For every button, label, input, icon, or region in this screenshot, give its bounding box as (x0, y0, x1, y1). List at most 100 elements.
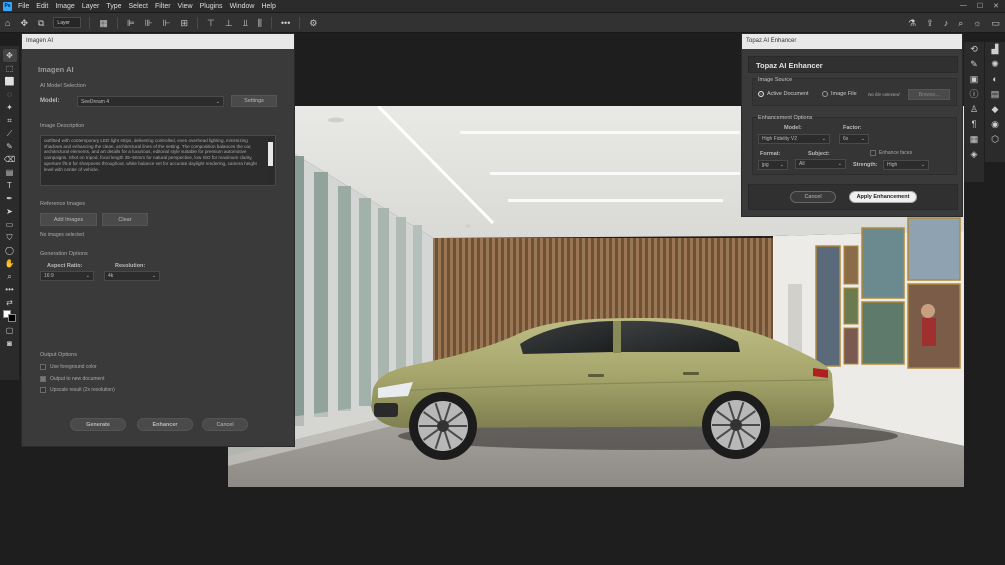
paragraph-icon[interactable]: ¶ (967, 117, 981, 132)
checkbox[interactable] (40, 364, 46, 370)
ellipse-tool-icon[interactable]: ◯ (3, 244, 17, 257)
image-icon[interactable]: ▣ (967, 72, 981, 87)
history-icon[interactable]: ⟲ (967, 42, 981, 57)
brush-tool-icon[interactable]: ✎ (3, 140, 17, 153)
browse-button[interactable]: Browse... (908, 89, 950, 100)
option-upscale[interactable]: Upscale result (2x resolution) (40, 387, 115, 393)
bell-icon[interactable]: ♪ (944, 13, 949, 33)
adjustments-icon[interactable]: ◐ (988, 72, 1002, 87)
option-foreground-color[interactable]: Use foreground color (40, 364, 97, 370)
description-textarea[interactable]: outfitted with contemporary LED light st… (40, 135, 276, 186)
align-bottom-icon[interactable]: ⫫ (243, 13, 248, 33)
model-select[interactable]: SeeDream 4 ⌄ (77, 96, 224, 107)
resolution-select[interactable]: 4k ⌄ (104, 271, 160, 281)
minimize-button[interactable]: — (960, 2, 967, 10)
generate-button[interactable]: Generate (70, 418, 126, 431)
topaz-model-select[interactable]: High Fidelity V2 ⌄ (758, 134, 830, 144)
scrollbar-thumb[interactable] (268, 142, 273, 166)
quick-mask-icon[interactable]: ◙ (3, 337, 17, 350)
search-icon[interactable]: ⌕ (958, 13, 963, 33)
type-tool-icon[interactable]: T (3, 179, 17, 192)
subject-select[interactable]: All ⌄ (795, 159, 846, 169)
path-select-icon[interactable]: ➤ (3, 205, 17, 218)
radio-button[interactable] (758, 91, 764, 97)
move-icon[interactable]: ✥ (20, 13, 28, 33)
magic-wand-icon[interactable]: ✦ (3, 101, 17, 114)
move-tool-icon[interactable]: ✥ (2, 49, 17, 62)
lightbulb-icon[interactable]: ☼ (973, 13, 981, 33)
more-tools-icon[interactable]: ••• (3, 283, 17, 296)
paths-icon[interactable]: ⬡ (988, 132, 1002, 147)
swatches-icon[interactable]: ▦ (967, 132, 981, 147)
aspect-ratio-select[interactable]: 16:9 ⌄ (40, 271, 94, 281)
navigator-icon[interactable]: ✺ (988, 57, 1002, 72)
brush-settings-icon[interactable]: ✎ (967, 57, 981, 72)
topaz-window-title[interactable]: Topaz AI Enhancer (742, 34, 962, 49)
pen-tool-icon[interactable]: ✒ (3, 192, 17, 205)
layers-icon[interactable]: ◆ (988, 102, 1002, 117)
info-icon[interactable]: ⓘ (967, 87, 981, 102)
stamp-tool-icon[interactable]: ⛉ (3, 231, 17, 244)
artboard-tool-icon[interactable]: ⬚ (3, 62, 17, 75)
background-swatch[interactable] (7, 314, 16, 322)
menu-type[interactable]: Type (106, 3, 121, 10)
enhancer-button[interactable]: Enhancer (137, 418, 193, 431)
settings-icon[interactable]: ⚙ (309, 13, 317, 33)
share-icon[interactable]: ⇪ (926, 13, 934, 33)
radio-button[interactable] (822, 91, 828, 97)
menu-view[interactable]: View (178, 3, 193, 10)
channels-icon[interactable]: ◉ (988, 117, 1002, 132)
menu-edit[interactable]: Edit (36, 3, 48, 10)
menu-layer[interactable]: Layer (82, 3, 100, 10)
cancel-button[interactable]: Cancel (202, 418, 248, 431)
home-icon[interactable]: ⌂ (5, 13, 10, 33)
menu-filter[interactable]: Filter (155, 3, 171, 10)
histogram-icon[interactable]: ▟ (988, 42, 1002, 57)
imagen-ai-window-title[interactable]: Imagen AI (22, 34, 294, 49)
color-swatches[interactable] (2, 310, 17, 324)
marquee-tool-icon[interactable]: ⬜ (3, 75, 17, 88)
option-new-document[interactable]: Output to new document (40, 376, 104, 382)
menu-plugins[interactable]: Plugins (200, 3, 223, 10)
transform-icon[interactable]: ▦ (99, 13, 108, 33)
menu-help[interactable]: Help (261, 3, 275, 10)
format-select[interactable]: jpg ⌄ (758, 160, 788, 170)
align-middle-icon[interactable]: ⊥ (225, 13, 233, 33)
more-icon[interactable]: ••• (281, 13, 290, 33)
flask-icon[interactable]: ⚗ (908, 13, 916, 33)
menu-image[interactable]: Image (55, 3, 74, 10)
maximize-button[interactable]: ☐ (977, 2, 983, 10)
settings-button[interactable]: Settings (231, 95, 277, 107)
align-right-icon[interactable]: ⊩ (163, 13, 171, 33)
screen-mode-icon[interactable]: ▢ (3, 324, 17, 337)
radio-active-document[interactable]: Active Document (758, 91, 809, 97)
checkbox[interactable] (870, 150, 876, 156)
close-button[interactable]: ✕ (993, 2, 999, 10)
menu-file[interactable]: File (18, 3, 29, 10)
plugin-icon[interactable]: ◈ (967, 147, 981, 162)
align-left-icon[interactable]: ⊫ (127, 13, 135, 33)
layer-select[interactable]: Layer (53, 17, 82, 28)
strength-select[interactable]: High ⌄ (883, 160, 929, 170)
menu-window[interactable]: Window (230, 3, 255, 10)
lasso-tool-icon[interactable]: ◌ (3, 88, 17, 101)
auto-select-icon[interactable]: ⧉ (38, 13, 44, 33)
rectangle-tool-icon[interactable]: ▭ (3, 218, 17, 231)
actions-icon[interactable]: ♙ (967, 102, 981, 117)
radio-image-file[interactable]: Image File (822, 91, 857, 97)
topaz-cancel-button[interactable]: Cancel (790, 191, 836, 203)
checkbox[interactable] (40, 387, 46, 393)
crop-tool-icon[interactable]: ⌗ (3, 114, 17, 127)
zoom-tool-icon[interactable]: ⌕ (3, 270, 17, 283)
enhance-faces-option[interactable]: Enhance faces (870, 150, 912, 156)
eyedropper-tool-icon[interactable]: ⟋ (3, 127, 17, 140)
menu-select[interactable]: Select (129, 3, 148, 10)
add-images-button[interactable]: Add Images (40, 213, 97, 226)
properties-icon[interactable]: ▤ (988, 87, 1002, 102)
clear-button[interactable]: Clear (102, 213, 148, 226)
checkbox[interactable] (40, 376, 46, 382)
gradient-tool-icon[interactable]: ▤ (3, 166, 17, 179)
factor-select[interactable]: 6x ⌄ (839, 134, 869, 144)
description-scrollbar[interactable] (268, 138, 273, 184)
align-center-icon[interactable]: ⊪ (145, 13, 153, 33)
